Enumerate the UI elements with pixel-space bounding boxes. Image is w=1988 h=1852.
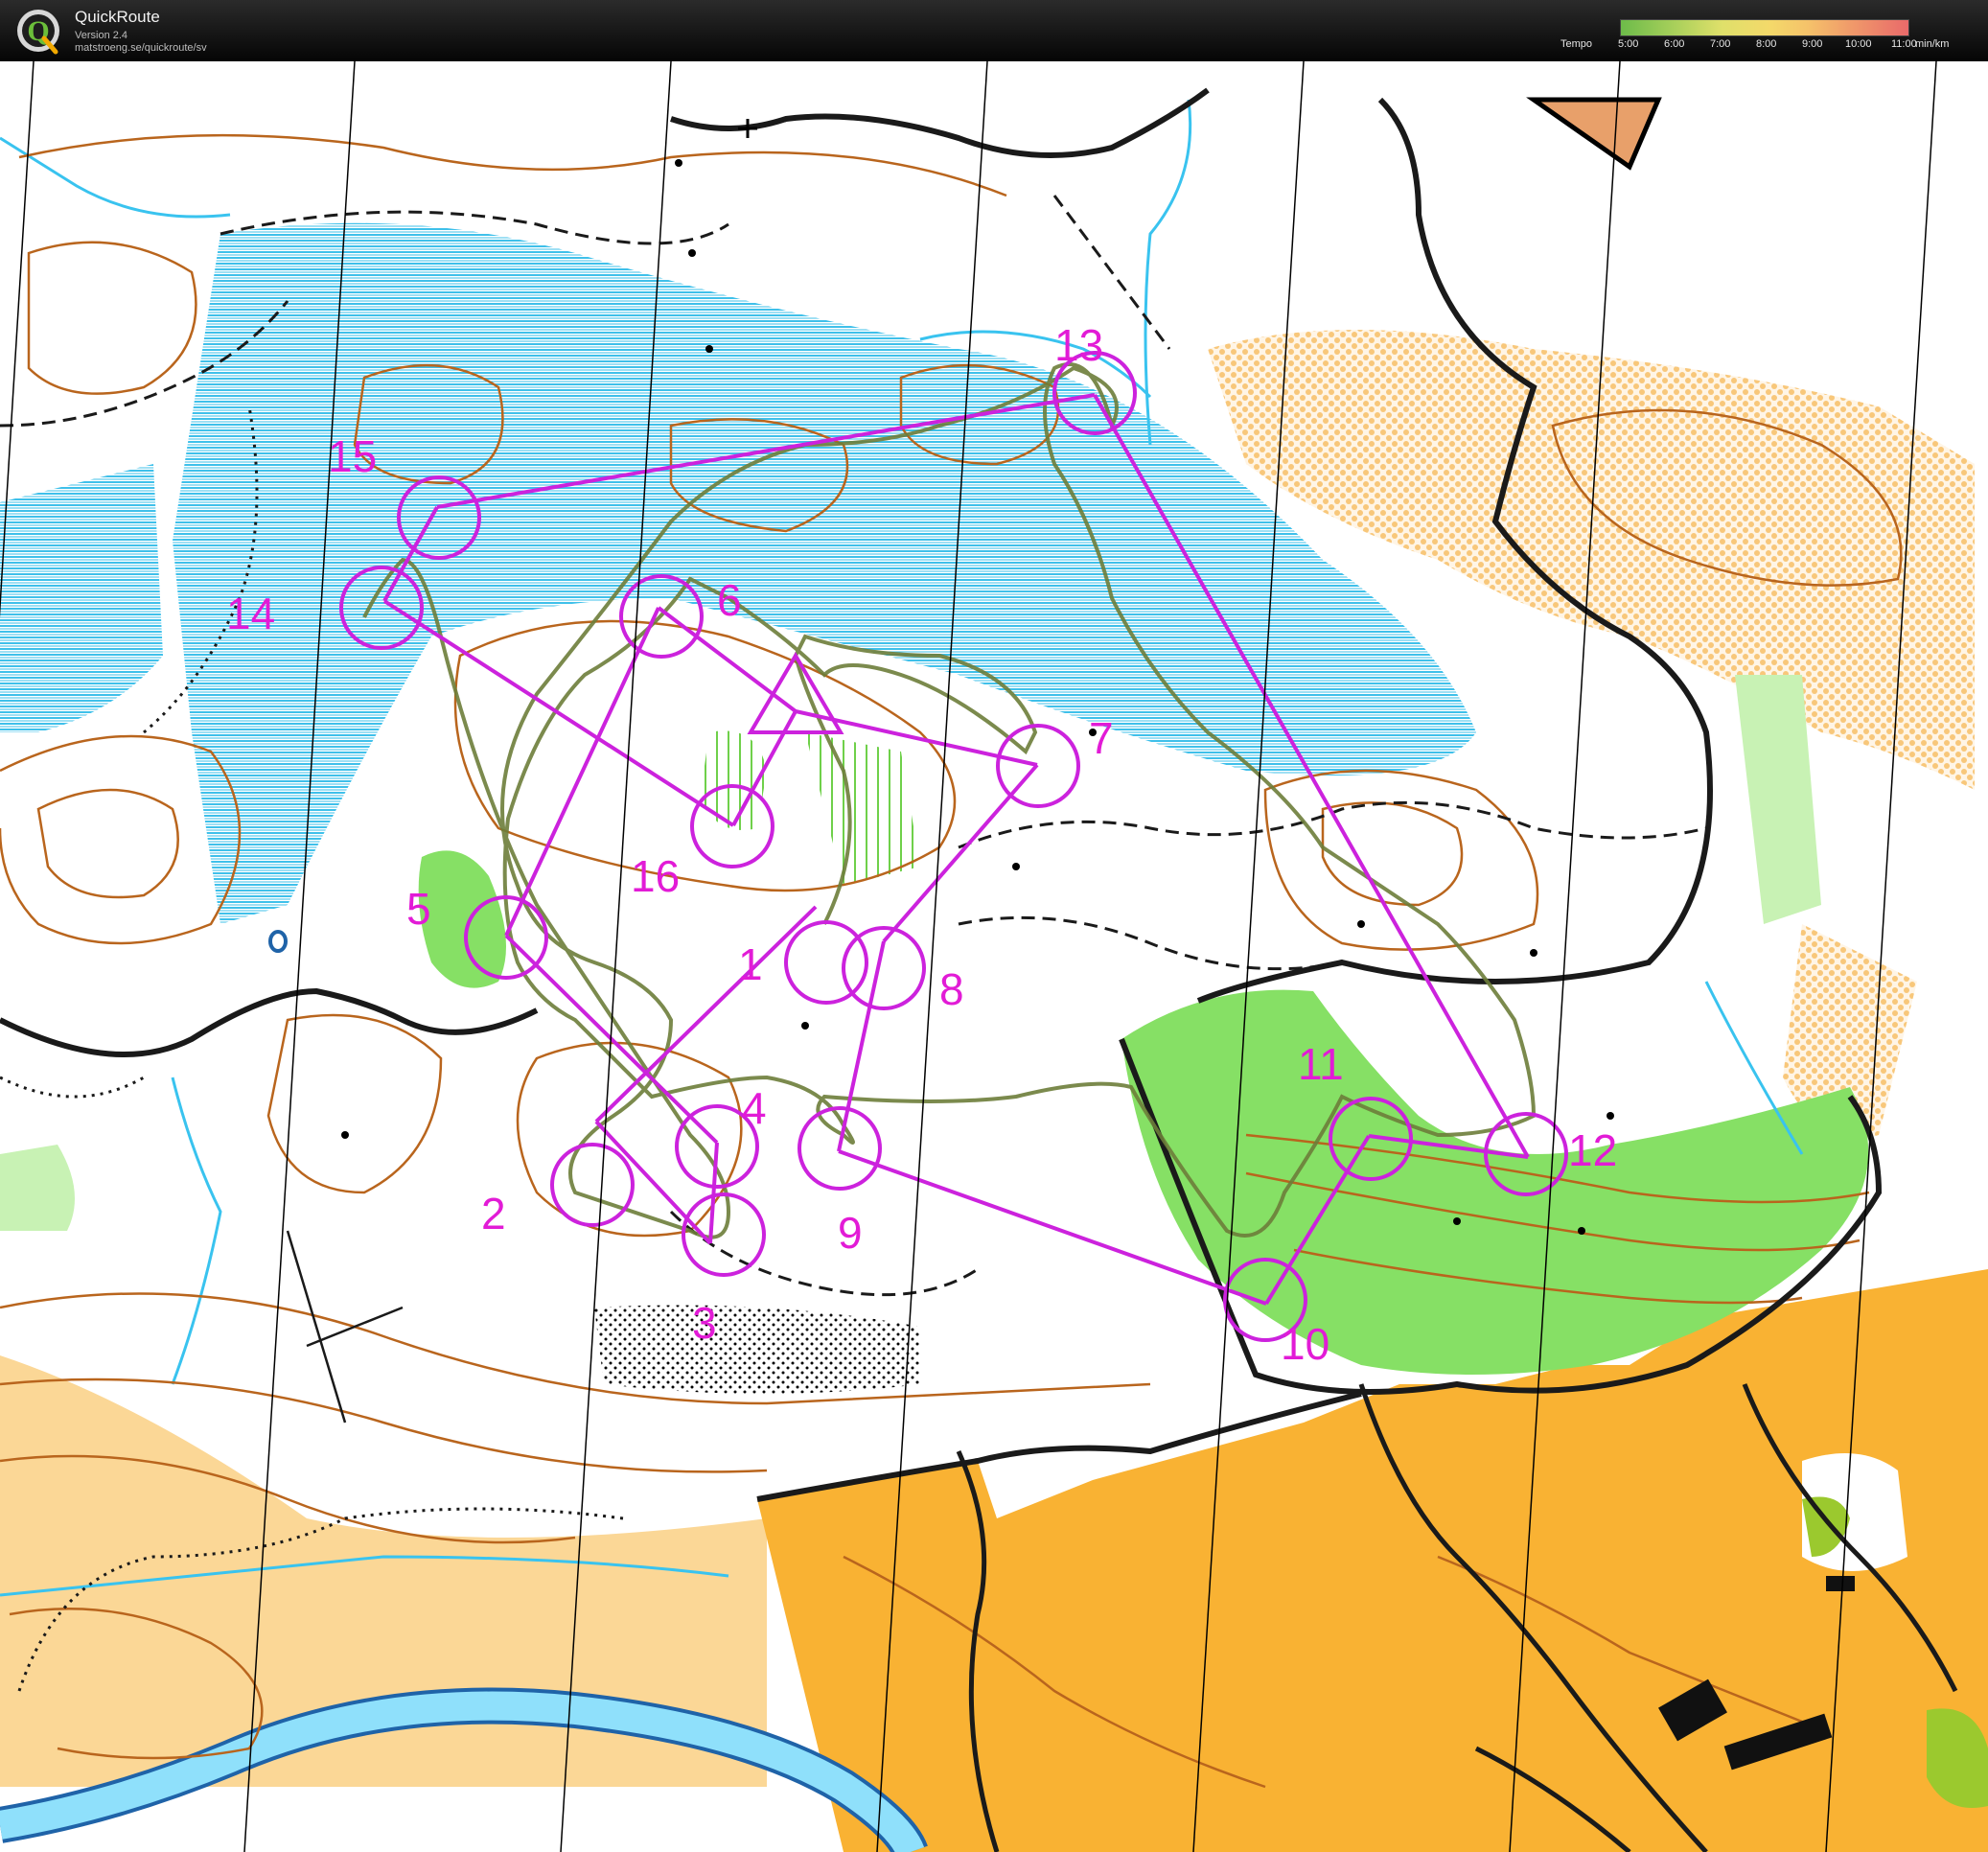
control-label-9: 9 [838, 1208, 863, 1258]
marsh-left-area [0, 464, 163, 732]
control-label-12: 12 [1568, 1125, 1617, 1175]
control-label-7: 7 [1089, 713, 1114, 763]
control-circle-2 [550, 1143, 635, 1227]
tempo-tick: 7:00 [1710, 38, 1731, 50]
control-label-13: 13 [1054, 320, 1103, 370]
control-label-10: 10 [1281, 1319, 1329, 1369]
tempo-tick: 5:00 [1618, 38, 1639, 50]
control-label-8: 8 [939, 964, 964, 1014]
control-label-4: 4 [742, 1083, 767, 1133]
tempo-tick: 9:00 [1802, 38, 1823, 50]
title-bar: Q QuickRoute Version 2.4 matstroeng.se/q… [0, 0, 1988, 61]
orienteering-map[interactable]: 1 2 3 4 5 6 7 8 9 10 11 12 13 14 15 16 [0, 61, 1988, 1852]
terrain-fills [0, 222, 1988, 1852]
quickroute-logo-icon: Q [17, 10, 59, 55]
control-circle-1 [784, 920, 868, 1005]
tempo-unit: min/km [1915, 38, 1950, 50]
control-label-1: 1 [738, 939, 763, 989]
control-label-5: 5 [406, 884, 431, 934]
control-label-14: 14 [226, 589, 275, 638]
tempo-color-scale [1620, 19, 1909, 36]
control-label-11: 11 [1298, 1039, 1344, 1089]
app-version: Version 2.4 [75, 30, 128, 41]
tempo-tick: 6:00 [1664, 38, 1685, 50]
control-label-15: 15 [328, 431, 377, 481]
app-url[interactable]: matstroeng.se/quickroute/sv [75, 42, 207, 54]
green-stripe-area-2 [805, 732, 920, 886]
tempo-tick: 8:00 [1756, 38, 1777, 50]
tempo-tick: 11:00 [1891, 38, 1917, 50]
control-label-3: 3 [692, 1298, 717, 1348]
marsh-large-area [173, 222, 1476, 924]
control-label-2: 2 [481, 1189, 506, 1239]
green-spot-west [0, 1145, 75, 1231]
tempo-tick: 10:00 [1845, 38, 1872, 50]
tempo-label: Tempo [1560, 38, 1593, 50]
control-label-6: 6 [717, 575, 742, 625]
start-triangle [747, 652, 844, 734]
green-vegetation-small [418, 850, 506, 988]
stony-ground [594, 1305, 920, 1394]
app-title: QuickRoute [75, 8, 160, 26]
control-label-16: 16 [631, 851, 680, 901]
